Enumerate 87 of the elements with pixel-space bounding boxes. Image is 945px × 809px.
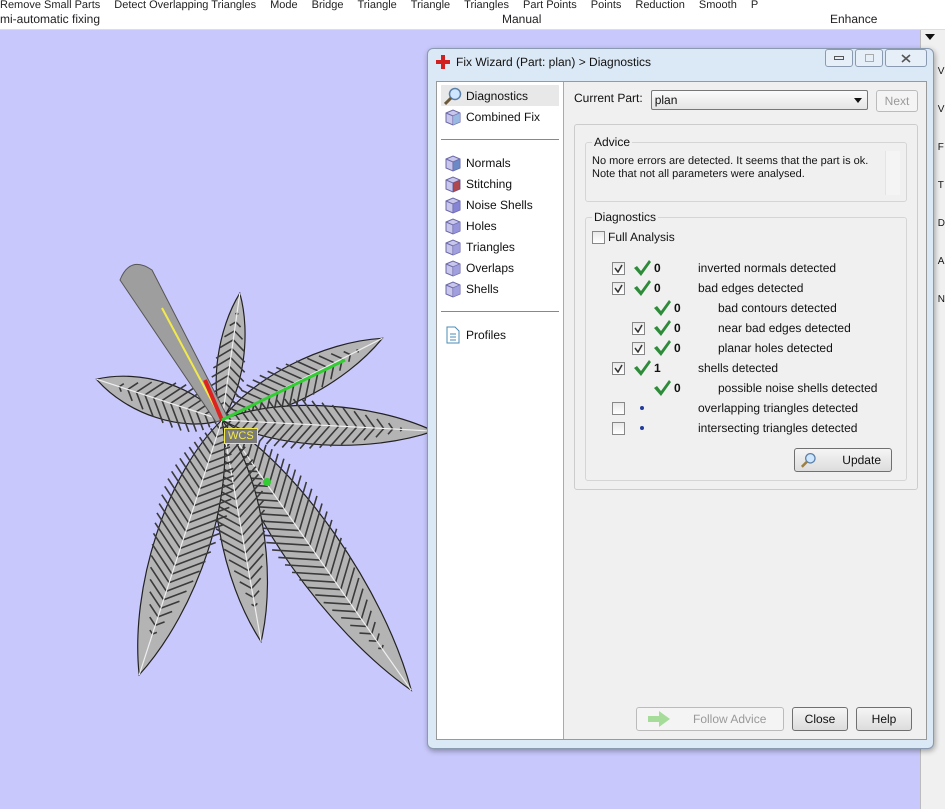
diagnostic-label: bad contours detected — [718, 301, 837, 315]
ribbon-tool[interactable]: Triangle — [410, 0, 450, 10]
close-button[interactable] — [885, 49, 927, 67]
diagnostic-label: near bad edges detected — [718, 321, 851, 335]
panel-label: A — [938, 256, 944, 268]
minimize-icon — [834, 56, 844, 60]
cube-icon — [444, 280, 462, 298]
nav-item[interactable]: Combined Fix — [441, 106, 559, 127]
checkbox[interactable] — [592, 230, 605, 244]
group-title: Diagnostics — [593, 210, 658, 224]
caret-icon — [854, 98, 862, 102]
cross-icon — [436, 55, 450, 69]
nav-item[interactable]: Stitching — [441, 173, 559, 194]
cube-icon — [444, 196, 462, 214]
maximize-icon — [864, 54, 874, 62]
panel-label: V — [938, 104, 944, 116]
diagnostic-label: inverted normals detected — [698, 261, 836, 275]
cube-icon — [444, 108, 462, 126]
panel-label: F — [938, 142, 944, 154]
ribbon-tool[interactable]: Bridge — [312, 0, 344, 10]
field-label: Current Part: — [574, 90, 643, 105]
count: 0 — [654, 261, 661, 275]
count: 0 — [674, 301, 681, 315]
cube-icon — [444, 238, 462, 256]
checkbox[interactable] — [632, 342, 645, 354]
diagnostic-label: possible noise shells detected — [718, 381, 878, 395]
checkbox[interactable] — [612, 262, 625, 274]
checkbox[interactable] — [612, 402, 625, 414]
nav-item[interactable]: Holes — [441, 215, 559, 236]
minimize-button[interactable] — [825, 49, 853, 67]
ribbon-tool[interactable]: Triangles — [464, 0, 509, 10]
panel-label: D — [938, 218, 945, 230]
diagnostic-label: planar holes detected — [718, 341, 833, 355]
advice-text: No more errors are detected. It seems that the part is ok. Note that not all parameters were analysed. — [592, 154, 868, 182]
update-button[interactable]: Update — [794, 448, 892, 472]
checkbox[interactable] — [612, 362, 625, 374]
ribbon-group-label: Enhance — [830, 11, 878, 28]
ribbon-tool[interactable]: Remove Small Parts — [0, 0, 100, 10]
window-title: Fix Wizard (Part: plan) > Diagnostics — [456, 55, 652, 69]
ribbon-group-label: mi-automatic fixing — [0, 11, 100, 28]
count: 0 — [654, 281, 661, 295]
magnifier-icon — [444, 86, 462, 104]
ribbon-tool[interactable]: Smooth — [698, 0, 737, 10]
checkbox[interactable] — [632, 322, 645, 334]
nav-item[interactable]: Overlaps — [441, 257, 559, 278]
count: 0 — [674, 341, 681, 355]
ribbon-tool[interactable]: Triangle — [357, 0, 397, 10]
diagnostic-label: overlapping triangles detected — [698, 401, 858, 415]
cube-icon — [444, 216, 462, 234]
arrow-icon — [647, 711, 671, 727]
dialog-button[interactable]: Close — [792, 707, 848, 731]
panel-label: T — [938, 180, 944, 192]
diagnostic-label: bad edges detected — [698, 281, 804, 295]
group-title: Advice — [593, 135, 632, 149]
ribbon-tool[interactable]: Reduction — [635, 0, 685, 10]
part-dropdown[interactable]: plan — [650, 90, 868, 110]
ribbon-group-label: Manual — [502, 11, 542, 28]
count: 1 — [654, 361, 661, 375]
nav-item[interactable]: Normals — [441, 152, 559, 173]
document-icon — [444, 326, 462, 344]
checkbox-label: Full Analysis — [608, 230, 675, 244]
cube-icon — [444, 174, 462, 192]
nav-item[interactable]: Shells — [441, 278, 559, 299]
ribbon-tool[interactable]: Points — [590, 0, 622, 10]
panel-label: N — [938, 294, 945, 306]
magnifier-icon — [801, 451, 816, 469]
ribbon-tool[interactable]: Detect Overlapping Triangles — [114, 0, 256, 10]
dialog-button[interactable]: Help — [856, 707, 912, 731]
cube-icon — [444, 154, 462, 172]
axis-label: WCS — [224, 428, 258, 444]
nav-item[interactable]: Noise Shells — [441, 194, 559, 215]
close-icon — [901, 54, 911, 62]
cube-icon — [444, 258, 462, 276]
checkbox[interactable] — [612, 282, 625, 294]
ribbon-tool[interactable]: Mode — [270, 0, 298, 10]
count: 0 — [674, 381, 681, 395]
panel-label: V — [938, 66, 944, 78]
count: 0 — [674, 321, 681, 335]
caret-icon[interactable] — [924, 34, 935, 40]
checkbox[interactable] — [612, 422, 625, 434]
diagnostic-label: intersecting triangles detected — [698, 421, 858, 435]
ribbon-tool[interactable]: Part Points — [522, 0, 577, 10]
nav-item[interactable]: Diagnostics — [441, 85, 559, 106]
nav-item[interactable]: Triangles — [441, 236, 559, 257]
ribbon-tool[interactable]: P — [750, 0, 758, 10]
diagnostic-label: shells detected — [698, 361, 778, 375]
nav-item[interactable]: Profiles — [441, 324, 559, 345]
